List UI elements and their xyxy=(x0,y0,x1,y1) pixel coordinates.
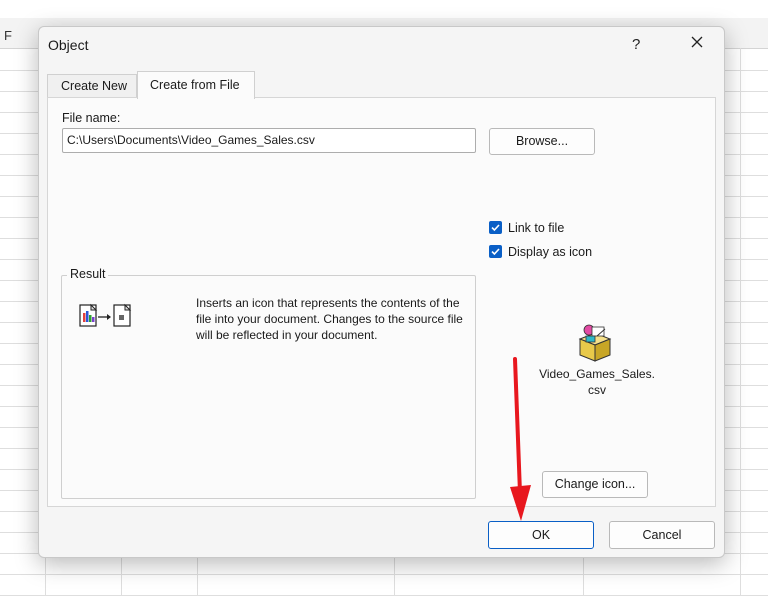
tab-create-from-file-label: Create from File xyxy=(150,78,240,92)
help-button[interactable]: ? xyxy=(632,36,640,53)
column-header-label[interactable]: F xyxy=(4,28,12,43)
checkmark-icon xyxy=(491,248,500,256)
tab-create-new[interactable]: Create New xyxy=(47,74,137,98)
cancel-button-label: Cancel xyxy=(642,528,682,542)
create-from-file-panel: File name: C:\Users\Documents\Video_Game… xyxy=(47,97,716,507)
file-name-label: File name: xyxy=(62,111,121,125)
package-label: Video_Games_Sales. csv xyxy=(518,366,676,398)
close-icon[interactable] xyxy=(689,34,705,50)
package-icon xyxy=(578,324,612,362)
display-as-icon-label[interactable]: Display as icon xyxy=(508,245,592,259)
browse-button-label: Browse... xyxy=(515,134,569,148)
change-icon-button-label: Change icon... xyxy=(554,477,636,491)
package-label-line1: Video_Games_Sales. xyxy=(539,367,655,381)
tab-create-from-file[interactable]: Create from File xyxy=(137,71,255,99)
dialog-title: Object xyxy=(48,37,89,53)
result-group: Result Inserts an icon that represents t… xyxy=(61,267,476,499)
checkmark-icon xyxy=(491,224,500,232)
ok-button[interactable]: OK xyxy=(488,521,594,549)
annotation-arrow-icon xyxy=(510,357,531,521)
tab-create-new-label: Create New xyxy=(61,79,127,93)
result-description: Inserts an icon that represents the cont… xyxy=(196,296,463,342)
ok-button-label: OK xyxy=(531,528,551,542)
browse-button[interactable]: Browse... xyxy=(489,128,595,155)
insert-as-icon-diagram-icon xyxy=(79,303,132,327)
change-icon-button[interactable]: Change icon... xyxy=(542,471,648,498)
file-name-input[interactable]: C:\Users\Documents\Video_Games_Sales.csv xyxy=(62,128,476,153)
file-name-value: C:\Users\Documents\Video_Games_Sales.csv xyxy=(67,133,315,147)
result-title: Result xyxy=(67,267,109,281)
link-to-file-checkbox[interactable] xyxy=(489,221,502,234)
package-label-line2: csv xyxy=(588,383,606,397)
title-bar: Object ? xyxy=(39,27,724,61)
object-dialog: Object ? Create New Create from File Fil… xyxy=(38,26,725,558)
display-as-icon-checkbox[interactable] xyxy=(489,245,502,258)
link-to-file-label[interactable]: Link to file xyxy=(508,221,564,235)
cancel-button[interactable]: Cancel xyxy=(609,521,715,549)
